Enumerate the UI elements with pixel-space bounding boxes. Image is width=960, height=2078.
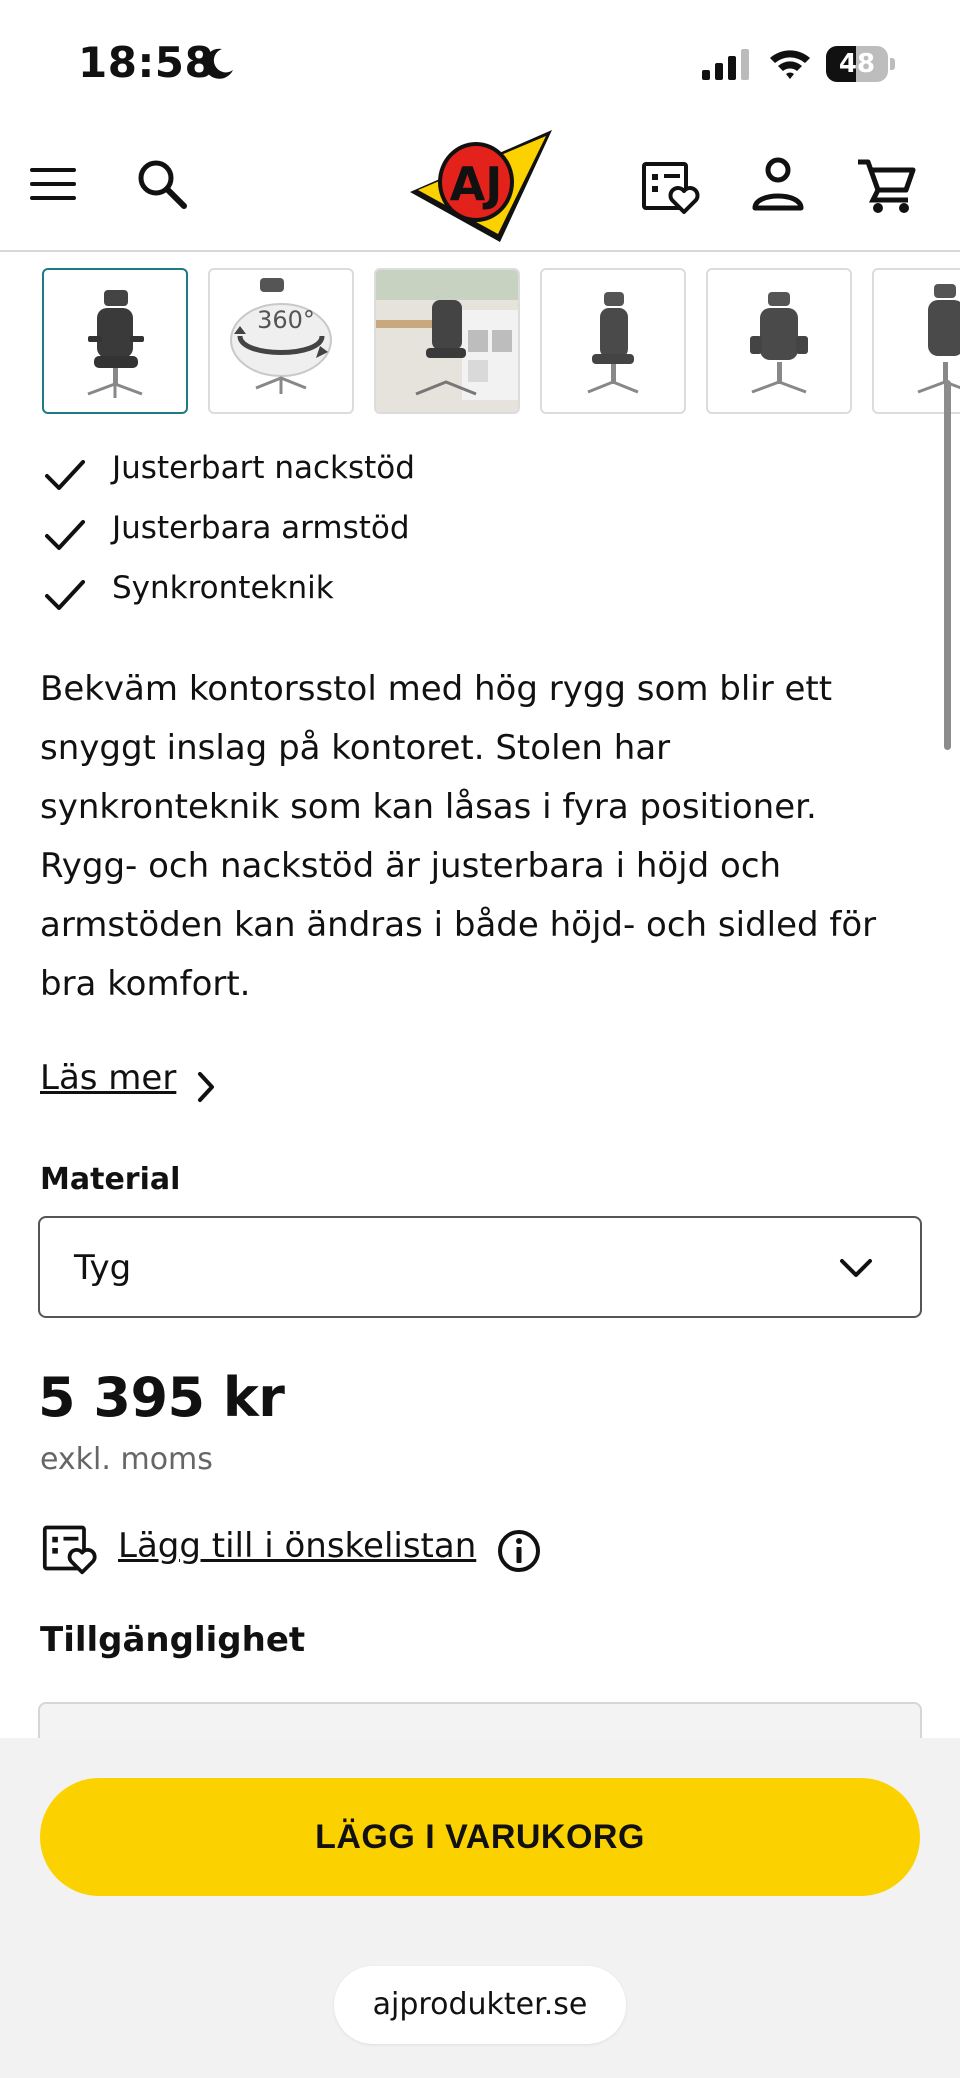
chevron-right-icon[interactable] [192, 1070, 220, 1104]
cellular-signal-icon [702, 49, 749, 80]
thumbnail-chair-front-headrest[interactable] [42, 268, 188, 414]
battery-level: 48 [838, 49, 876, 79]
wishlist-icon[interactable] [40, 1520, 100, 1576]
menu-icon[interactable] [28, 160, 80, 208]
wishlist-icon[interactable] [640, 156, 702, 216]
chevron-down-icon [840, 1259, 872, 1277]
product-description: Bekväm kontorsstol med hög rygg som blir… [40, 669, 877, 1004]
feature-label: Justerbara armstöd [112, 510, 410, 546]
status-bar: 18:58 48 [0, 0, 960, 120]
thumbnail-chair-side[interactable] [540, 268, 686, 414]
feature-item: Synkronteknik [40, 564, 920, 624]
availability-label: Tillgänglighet [40, 1620, 306, 1660]
badge-360: 360° [257, 306, 315, 334]
search-icon[interactable] [134, 156, 190, 212]
logo-text: AJ [450, 157, 503, 211]
add-to-wishlist-link[interactable]: Lägg till i önskelistan [118, 1526, 476, 1566]
wifi-icon [770, 50, 810, 79]
feature-label: Justerbart nackstöd [112, 450, 415, 486]
material-select[interactable]: Tyg [38, 1216, 922, 1318]
moon-icon [204, 48, 233, 79]
material-label: Material [40, 1162, 181, 1197]
account-icon[interactable] [752, 156, 804, 212]
browser-address-bar[interactable]: ajprodukter.se [334, 1966, 626, 2044]
thumbnail-office-environment[interactable] [374, 268, 520, 414]
battery-icon: 48 [826, 46, 896, 82]
site-header: AJ [0, 120, 960, 252]
check-icon [45, 580, 85, 610]
thumbnail-chair-front[interactable] [706, 268, 852, 414]
feature-item: Justerbart nackstöd [40, 444, 920, 504]
aj-logo[interactable]: AJ [408, 130, 554, 244]
feature-list: Justerbart nackstöd Justerbara armstöd S… [40, 444, 920, 624]
info-icon[interactable] [496, 1528, 542, 1574]
add-to-cart-button[interactable]: LÄGG I VARUKORG [40, 1778, 920, 1896]
cart-icon[interactable] [856, 156, 916, 214]
check-icon [45, 460, 85, 490]
bottom-action-bar: LÄGG I VARUKORG ajprodukter.se [0, 1738, 960, 2078]
check-icon [45, 520, 85, 550]
add-to-cart-label: LÄGG I VARUKORG [315, 1818, 645, 1856]
read-more-link[interactable]: Läs mer [40, 1058, 176, 1098]
page-scrollbar[interactable] [944, 380, 951, 750]
thumbnail-360-view[interactable]: 360° [208, 268, 354, 414]
status-time: 18:58 [78, 38, 215, 87]
material-selected-value: Tyg [74, 1248, 132, 1288]
feature-label: Synkronteknik [112, 570, 334, 606]
image-gallery: 360° [40, 268, 960, 416]
product-price: 5 395 kr [38, 1366, 285, 1429]
feature-item: Justerbara armstöd [40, 504, 920, 564]
vat-note: exkl. moms [40, 1442, 213, 1477]
